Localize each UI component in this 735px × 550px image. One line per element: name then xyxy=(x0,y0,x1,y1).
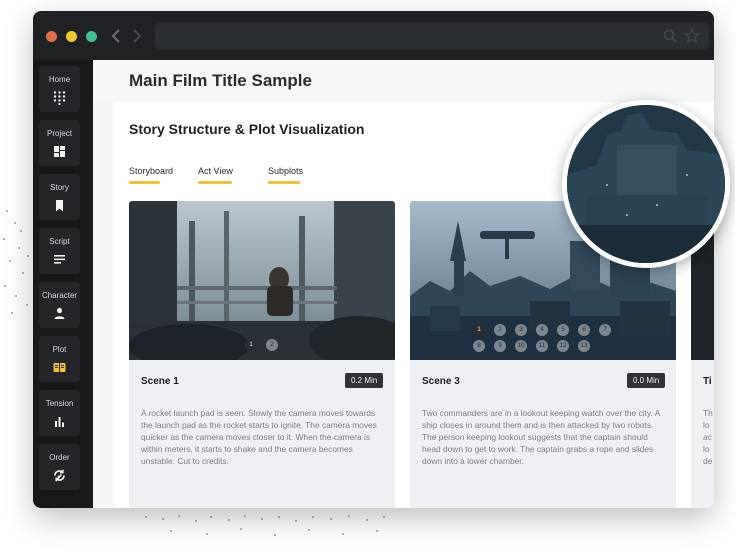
pager-dot[interactable]: 13 xyxy=(578,340,590,352)
sidebar-item-plot[interactable]: Plot xyxy=(39,336,80,382)
lines-icon xyxy=(52,252,67,267)
tab-label: Subplots xyxy=(268,166,304,176)
scene-description: A rocket launch pad is seen. Slowly the … xyxy=(141,408,377,466)
pager-dot[interactable]: 3 xyxy=(515,324,527,336)
scene-description-fragment: Th lo ac lo de xyxy=(703,407,714,467)
text-fragment: lo xyxy=(703,420,710,430)
sidebar-item-script[interactable]: Script xyxy=(39,228,80,274)
book-icon xyxy=(52,360,67,375)
text-fragment: de xyxy=(703,456,713,466)
zoom-magnifier xyxy=(562,100,730,268)
person-icon xyxy=(52,306,67,321)
maximize-window-button[interactable] xyxy=(86,31,97,42)
pager-dot[interactable]: 6 xyxy=(578,324,590,336)
section-title: Story Structure & Plot Visualization xyxy=(129,121,365,137)
sidebar-item-label: Character xyxy=(41,291,78,300)
pager-dot[interactable]: 1 xyxy=(473,324,485,336)
pager-dot[interactable]: 1 xyxy=(245,339,257,351)
text-fragment: ac xyxy=(703,432,712,442)
star-icon[interactable] xyxy=(683,27,701,45)
duration-badge: 0.2 Min xyxy=(345,373,384,388)
address-bar[interactable] xyxy=(155,23,709,49)
sidebar-item-project[interactable]: Project xyxy=(39,120,80,166)
film-header: Main Film Title Sample xyxy=(93,60,714,102)
stage: Home Project Story Script Character Plot… xyxy=(0,0,735,550)
bookmark-icon xyxy=(52,198,67,213)
tab-underline xyxy=(268,181,300,184)
tab-label: Storyboard xyxy=(129,166,174,176)
minimize-window-button[interactable] xyxy=(66,31,77,42)
scene-thumbnail[interactable] xyxy=(129,201,395,360)
tab-storyboard[interactable]: Storyboard xyxy=(129,166,174,184)
sidebar-item-label: Plot xyxy=(52,345,67,354)
duration-badge: 0.0 Min xyxy=(627,373,666,388)
sidebar-item-label: Script xyxy=(49,237,70,246)
scene-description: Two commanders are in a lookout keeping … xyxy=(422,408,660,466)
sidebar-item-order[interactable]: Order xyxy=(39,444,80,490)
tab-act-view[interactable]: Act View xyxy=(198,166,233,184)
browser-titlebar xyxy=(33,11,714,60)
pager-dot[interactable]: 10 xyxy=(515,340,527,352)
search-icon[interactable] xyxy=(661,27,679,45)
tab-label: Act View xyxy=(198,166,233,176)
pager-dot[interactable]: 4 xyxy=(536,324,548,336)
sidebar-item-label: Order xyxy=(49,453,70,462)
sidebar: Home Project Story Script Character Plot… xyxy=(33,60,93,508)
pager-dot[interactable]: 8 xyxy=(473,340,485,352)
pager-dot[interactable]: 5 xyxy=(557,324,569,336)
text-fragment: lo xyxy=(703,444,710,454)
pager-dot[interactable]: 11 xyxy=(536,340,548,352)
bar-chart-icon xyxy=(52,414,67,429)
close-window-button[interactable] xyxy=(46,31,57,42)
text-fragment: Th xyxy=(703,408,713,418)
tab-subplots[interactable]: Subplots xyxy=(268,166,304,184)
tab-underline xyxy=(198,181,232,184)
page-title: Main Film Title Sample xyxy=(129,71,312,90)
scene-title: Scene 1 xyxy=(141,376,179,387)
scene-title: Scene 3 xyxy=(422,376,460,387)
sidebar-item-label: Home xyxy=(48,75,71,84)
dashboard-icon xyxy=(52,144,67,159)
sidebar-item-label: Tension xyxy=(45,399,74,408)
scene-card[interactable]: 12 Scene 1 0.2 Min A rocket launch pad i… xyxy=(129,201,395,508)
decorative-dots-left xyxy=(0,200,33,320)
sidebar-item-story[interactable]: Story xyxy=(39,174,80,220)
chevron-left-icon[interactable] xyxy=(109,25,125,47)
pager-dot[interactable]: 2 xyxy=(494,324,506,336)
grid-dots-icon xyxy=(52,90,67,106)
scene-title: Ti xyxy=(703,376,712,387)
decorative-dots-bottom xyxy=(140,512,400,544)
sidebar-item-home[interactable]: Home xyxy=(39,66,80,112)
pager-dot[interactable]: 2 xyxy=(266,339,278,351)
sidebar-item-label: Project xyxy=(47,129,72,138)
sidebar-item-tension[interactable]: Tension xyxy=(39,390,80,436)
sidebar-item-label: Story xyxy=(50,183,69,192)
pager-dot[interactable]: 9 xyxy=(494,340,506,352)
tab-underline xyxy=(129,181,160,184)
refresh-icon xyxy=(52,468,67,483)
chevron-right-icon[interactable] xyxy=(129,25,145,47)
sidebar-item-character[interactable]: Character xyxy=(39,282,80,328)
pager-dot[interactable]: 12 xyxy=(557,340,569,352)
pager-dot[interactable]: 7 xyxy=(599,324,611,336)
